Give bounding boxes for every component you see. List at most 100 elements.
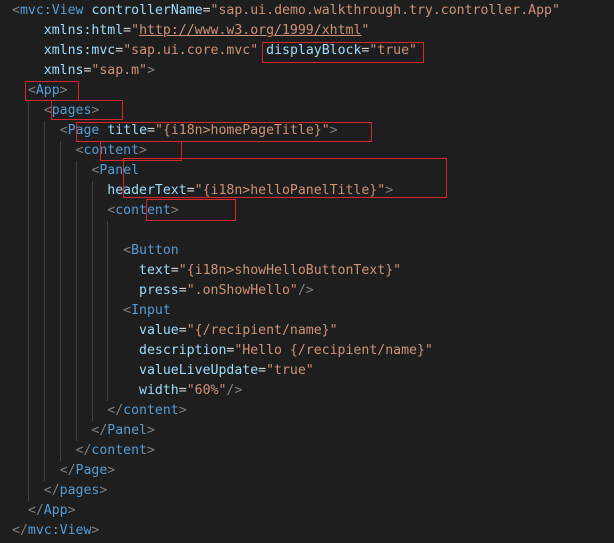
code-line[interactable]: <Page title="{i18n>homePageTitle}"> [12,121,338,141]
code-line[interactable]: valueLiveUpdate="true" [12,361,314,381]
bracket-token: > [59,83,68,98]
bracket-token: > [178,403,187,418]
attribute-name-token: headerText [107,183,187,198]
bracket-token: /> [297,283,314,298]
attribute-name-token: xmlns:html [43,23,124,38]
string-token: "60%" [186,383,227,398]
code-line[interactable]: <Input [12,301,171,321]
bracket-token: < [123,243,132,258]
bracket-token: < [123,303,132,318]
code-line[interactable]: xmlns:mvc="sap.ui.core.mvc" displayBlock… [12,41,417,61]
code-line[interactable]: </content> [12,401,187,421]
string-token: " [361,23,370,38]
bracket-token: > [147,63,155,78]
code-line[interactable]: </App> [12,501,76,521]
code-line[interactable]: </Panel> [12,421,155,441]
code-line[interactable]: <mvc:View controllerName="sap.ui.demo.wa… [12,1,560,21]
tag-name-token: App [35,83,60,98]
equals-token: = [147,123,155,138]
code-editor[interactable]: <mvc:View controllerName="sap.ui.demo.wa… [0,0,614,543]
equals-token: = [178,323,187,338]
bracket-token: > [91,103,100,118]
attribute-name-token: text [139,263,171,278]
tag-name-token: Panel [99,163,140,178]
string-token: "sap.m" [91,63,147,78]
code-line[interactable]: <pages> [12,101,100,121]
equals-token: = [258,363,267,378]
attribute-name-token: xmlns:mvc [43,43,116,58]
equals-token: = [178,383,187,398]
bracket-token: > [385,183,394,198]
code-line[interactable]: <Panel [12,161,139,181]
code-line[interactable]: </Page> [12,461,116,481]
tag-name-token: Input [131,303,171,318]
equals-token: = [170,263,179,278]
bracket-token: </ [12,523,28,538]
code-line[interactable]: press=".onShowHello"/> [12,281,314,301]
string-token: "{i18n>showHelloButtonText}" [178,263,402,278]
code-line[interactable]: <Button [12,241,179,261]
code-line[interactable]: description="Hello {/recipient/name}" [12,341,433,361]
code-line[interactable]: width="60%"/> [12,381,242,401]
string-token: "true" [369,43,417,58]
bracket-token: > [147,423,155,438]
code-line[interactable]: <content> [12,141,147,161]
code-line[interactable]: </content> [12,441,155,461]
code-line[interactable]: </pages> [12,481,108,501]
equals-token: = [202,3,211,18]
bracket-token: > [99,483,108,498]
bracket-token: > [107,463,116,478]
code-line[interactable]: value="{/recipient/name}" [12,321,338,341]
code-line[interactable]: <App> [12,81,68,101]
string-token: "{/recipient/name}" [186,323,338,338]
string-token: " [131,23,140,38]
string-token: "sap.ui.core.mvc" [123,43,259,58]
string-token: "Hello {/recipient/name}" [234,343,433,358]
tag-name-token: App [43,503,68,518]
bracket-token: > [170,203,179,218]
code-line[interactable]: text="{i18n>showHelloButtonText}" [12,261,401,281]
code-line[interactable]: <content> [12,201,179,221]
tag-name-token: content [83,143,140,158]
code-line[interactable]: xmlns:html="http://www.w3.org/1999/xhtml… [12,21,370,41]
bracket-token: < [43,103,52,118]
tag-name-token: Page [75,463,108,478]
string-token: "{i18n>helloPanelTitle}" [194,183,386,198]
equals-token: = [123,23,132,38]
attribute-name-token: description [139,343,227,358]
code-line[interactable]: xmlns="sap.m"> [12,61,155,81]
bracket-token: </ [75,443,92,458]
bracket-token: > [147,443,155,458]
code-line[interactable]: headerText="{i18n>helloPanelTitle}"> [12,181,393,201]
attribute-name-token: value [139,323,179,338]
tag-name-token: Page [67,123,100,138]
bracket-token: /> [226,383,243,398]
link-token[interactable]: http://www.w3.org/1999/xhtml [139,23,361,38]
tag-name-token: mvc:View [19,3,84,18]
string-token: "{i18n>homePageTitle}" [154,123,330,138]
bracket-token: </ [107,403,124,418]
tag-name-token: mvc:View [27,523,92,538]
bracket-token: < [27,83,36,98]
attribute-name-token: title [107,123,148,138]
code-line[interactable]: </mvc:View> [12,521,99,541]
bracket-token: > [67,503,76,518]
string-token: ".onShowHello" [186,283,298,298]
